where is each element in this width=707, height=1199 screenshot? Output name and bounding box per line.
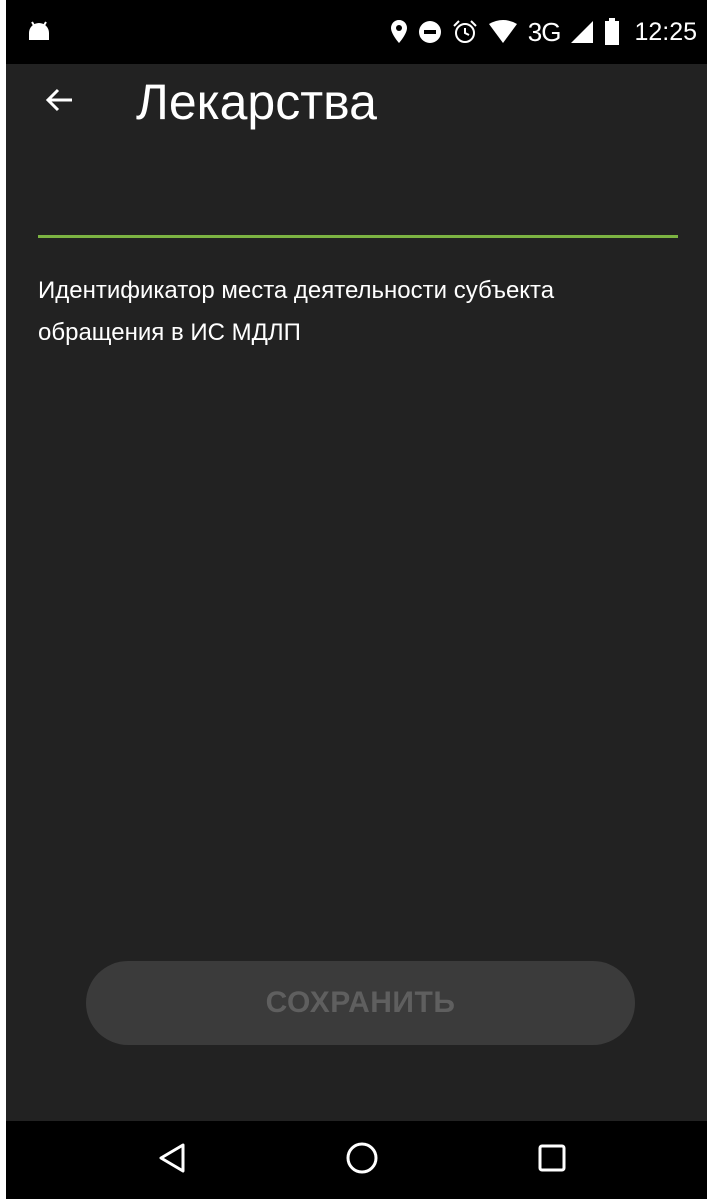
arrow-back-icon bbox=[44, 84, 76, 121]
status-icons: 3G 12:25 bbox=[390, 12, 697, 52]
back-button[interactable] bbox=[32, 74, 88, 130]
nav-recents-icon bbox=[537, 1143, 567, 1178]
status-bar: 3G 12:25 bbox=[6, 0, 707, 64]
cell-signal-icon bbox=[570, 20, 594, 44]
page-title: Лекарства bbox=[136, 74, 377, 130]
alarm-icon bbox=[452, 19, 478, 45]
nav-home-icon bbox=[345, 1141, 379, 1180]
clock: 12:25 bbox=[634, 17, 697, 46]
wifi-icon bbox=[488, 20, 518, 44]
screen: 3G 12:25 Лекарства Идентификатор места д… bbox=[6, 0, 707, 1199]
nav-back-icon bbox=[157, 1142, 187, 1179]
battery-icon bbox=[604, 18, 620, 46]
location-icon bbox=[390, 19, 408, 45]
do-not-disturb-icon bbox=[418, 20, 442, 44]
field-label: Идентификатор места деятельности субъект… bbox=[38, 277, 555, 346]
navigation-bar bbox=[6, 1121, 707, 1199]
nav-home-button[interactable] bbox=[332, 1135, 392, 1185]
mdlp-place-id-input[interactable] bbox=[38, 186, 678, 238]
network-type: 3G bbox=[527, 16, 562, 47]
nav-back-button[interactable] bbox=[142, 1135, 202, 1185]
save-button[interactable]: СОХРАНИТЬ bbox=[86, 961, 635, 1045]
android-icon bbox=[26, 18, 52, 44]
nav-recents-button[interactable] bbox=[522, 1135, 582, 1185]
